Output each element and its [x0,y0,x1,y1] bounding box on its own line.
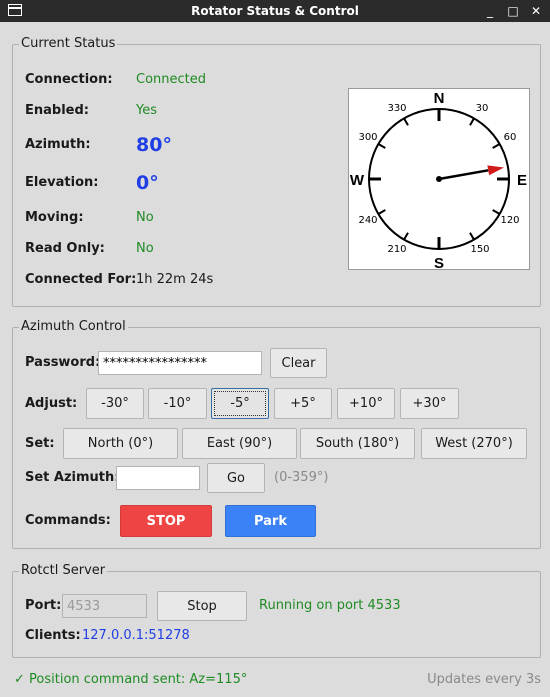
adjust-minus-10-button[interactable]: -10° [148,388,207,419]
adjust-minus-5-button[interactable]: -5° [211,388,269,419]
set-azimuth-input[interactable] [116,466,200,490]
set-azimuth-label: Set Azimuth: [25,470,120,485]
commands-label: Commands: [25,513,111,528]
connection-value: Connected [136,72,207,87]
set-east-button[interactable]: East (90°) [182,428,297,459]
window-title: Rotator Status & Control [191,4,359,18]
compass-center [436,176,442,182]
password-label: Password: [25,355,101,370]
port-input[interactable] [62,594,147,618]
west-label: W [350,172,365,189]
minimize-button[interactable]: _ [482,3,498,19]
deg-120-label: 120 [500,215,519,226]
update-interval: Updates every 3s [427,672,541,687]
deg-330-label: 330 [387,103,406,114]
adjust-plus-5-button[interactable]: +5° [274,388,332,419]
clients-label: Clients: [25,628,81,643]
enabled-value: Yes [136,103,157,118]
set-north-button[interactable]: North (0°) [63,428,178,459]
stop-button[interactable]: STOP [120,505,212,537]
server-status: Running on port 4533 [259,598,401,613]
compass-dial: N E S W 30 60 120 150 210 240 300 330 [350,90,527,272]
azimuth-value: 80° [136,134,172,156]
server-stop-button[interactable]: Stop [157,591,247,621]
connected-for-value: 1h 22m 24s [136,272,214,287]
status-message: ✓ Position command sent: Az=115° [14,672,248,687]
deg-300-label: 300 [358,132,377,143]
connected-for-label: Connected For: [25,272,137,287]
clients-value: 127.0.0.1:51278 [82,628,190,643]
park-button[interactable]: Park [225,505,316,537]
password-input[interactable] [98,351,262,375]
set-west-button[interactable]: West (270°) [421,428,527,459]
deg-30-label: 30 [476,103,489,114]
north-label: N [434,90,445,107]
elevation-label: Elevation: [25,175,99,190]
deg-150-label: 150 [470,244,489,255]
port-label: Port: [25,598,62,613]
adjust-minus-30-button[interactable]: -30° [86,388,144,419]
adjust-plus-10-button[interactable]: +10° [337,388,395,419]
deg-60-label: 60 [504,132,517,143]
azimuth-range-hint: (0-359°) [274,470,329,485]
elevation-value: 0° [136,172,159,194]
adjust-label: Adjust: [25,396,78,411]
azimuth-label: Azimuth: [25,137,91,152]
compass-panel: N E S W 30 60 120 150 210 240 300 330 [348,88,530,272]
azimuth-control-title: Azimuth Control [19,319,128,335]
current-status-title: Current Status [19,36,118,52]
east-label: E [517,172,527,189]
maximize-button[interactable]: □ [505,3,521,19]
moving-label: Moving: [25,210,84,225]
deg-210-label: 210 [387,244,406,255]
read-only-label: Read Only: [25,241,105,256]
set-label: Set: [25,436,55,451]
go-button[interactable]: Go [207,463,265,493]
moving-value: No [136,210,154,225]
south-label: S [434,255,444,269]
title-bar: Rotator Status & Control _ □ ✕ [0,0,550,22]
close-button[interactable]: ✕ [528,3,544,19]
adjust-plus-30-button[interactable]: +30° [400,388,459,419]
enabled-label: Enabled: [25,103,89,118]
read-only-value: No [136,241,154,256]
deg-240-label: 240 [358,215,377,226]
set-south-button[interactable]: South (180°) [300,428,415,459]
rotctl-server-title: Rotctl Server [19,563,108,579]
clear-button[interactable]: Clear [270,348,327,378]
connection-label: Connection: [25,72,113,87]
